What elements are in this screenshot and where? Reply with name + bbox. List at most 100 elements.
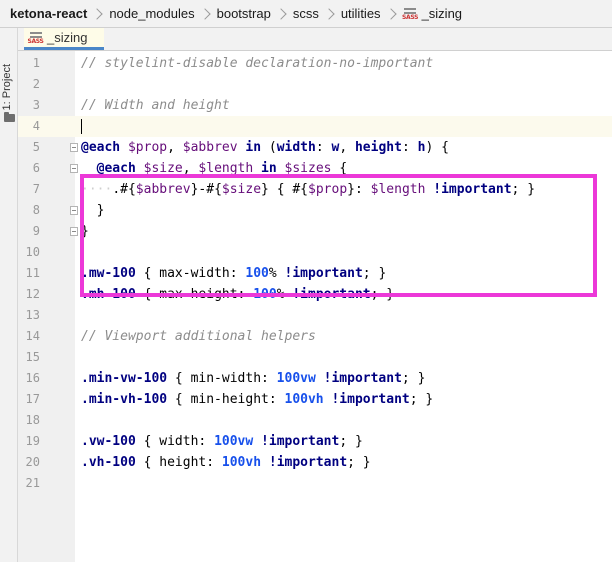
code-line[interactable]: 10 <box>18 242 612 263</box>
code-line[interactable]: 2 <box>18 74 612 95</box>
code-token: % <box>276 287 293 302</box>
tab-label: _sizing <box>47 30 88 45</box>
code-line[interactable]: 16 .min-vw-100 { min-width: 100vw !import… <box>18 368 612 389</box>
line-number: 18 <box>25 413 40 427</box>
code-token: , <box>339 140 355 155</box>
code-editor[interactable]: 1 // stylelint-disable declaration-no-imp… <box>18 51 612 562</box>
breadcrumb-item-label: bootstrap <box>216 6 271 21</box>
code-token: $sizes <box>284 161 340 176</box>
code-token: % <box>268 266 285 281</box>
line-number: 17 <box>25 392 40 406</box>
code-token: : <box>315 140 332 155</box>
breadcrumb-item-node-modules[interactable]: node_modules <box>109 0 194 28</box>
breadcrumb-item-utilities[interactable]: utilities <box>341 0 381 28</box>
code-line[interactable]: 21 <box>18 473 612 494</box>
fold-marker-icon[interactable] <box>70 206 78 215</box>
code-token: 100vh <box>221 455 269 470</box>
code-token: $length <box>198 161 262 176</box>
code-line[interactable]: 11 .mw-100 { max-width: 100% !important; … <box>18 263 612 284</box>
line-number: 19 <box>25 434 40 448</box>
code-line[interactable]: 12 .mh-100 { max-height: 100% !important;… <box>18 284 612 305</box>
project-tool-button[interactable]: 1: Project <box>1 64 13 110</box>
code-token: .vw-100 <box>81 434 144 449</box>
code-token: } { #{ <box>261 182 309 197</box>
code-token: !important <box>268 455 348 470</box>
code-token: { width: <box>143 434 215 449</box>
code-token: $abbrev <box>182 140 246 155</box>
line-number: 14 <box>25 329 40 343</box>
tab-sizing[interactable]: SASS _sizing <box>24 28 104 50</box>
code-text: @each $size, $length in $sizes { <box>81 158 348 179</box>
code-token: { <box>339 161 348 176</box>
code-token: // Width and height <box>81 98 230 113</box>
code-token: ; } <box>339 434 363 449</box>
line-number: 21 <box>25 476 40 490</box>
line-number: 13 <box>25 308 40 322</box>
fold-marker-icon[interactable] <box>70 143 78 152</box>
text-caret <box>81 119 82 134</box>
breadcrumb-project[interactable]: ketona-react <box>0 0 87 28</box>
code-line[interactable]: 8 } <box>18 200 612 221</box>
code-text: // Width and height <box>81 95 230 116</box>
code-token: ; } <box>370 287 395 302</box>
code-token: ( <box>268 140 277 155</box>
code-token: { max-width: <box>143 266 246 281</box>
code-token: , <box>182 161 199 176</box>
line-number: 16 <box>25 371 40 385</box>
code-token: ; } <box>401 371 426 386</box>
code-line[interactable]: 1 // stylelint-disable declaration-no-imp… <box>18 53 612 74</box>
code-token: ) { <box>425 140 449 155</box>
code-line[interactable]: 13 <box>18 305 612 326</box>
code-text: .mh-100 { max-height: 100% !important; } <box>81 284 394 305</box>
code-line[interactable]: 6 @each $size, $length in $sizes { <box>18 158 612 179</box>
breadcrumb-item-file[interactable]: SASS _sizing <box>402 0 462 28</box>
sass-file-icon: SASS <box>402 6 419 21</box>
code-token: width <box>276 140 316 155</box>
code-token: @each <box>81 140 128 155</box>
code-token: !important <box>331 392 410 407</box>
breadcrumb-item-label: scss <box>292 6 319 21</box>
code-token: } <box>81 224 89 239</box>
code-text: .min-vw-100 { min-width: 100vw !importan… <box>81 368 425 389</box>
code-token: ···· <box>81 182 113 197</box>
editor-tab-bar: SASS _sizing <box>18 28 612 51</box>
line-number: 11 <box>25 266 40 280</box>
line-number: 8 <box>32 203 40 217</box>
code-line[interactable]: 4 <box>18 116 612 137</box>
code-text: .vw-100 { width: 100vw !important; } <box>81 431 363 452</box>
code-line[interactable]: 5 @each $prop, $abbrev in (width: w, heig… <box>18 137 612 158</box>
code-token: { max-height: <box>143 287 254 302</box>
code-token: }-#{ <box>190 182 222 197</box>
code-line[interactable]: 3 // Width and height <box>18 95 612 116</box>
code-line[interactable]: 7 ····.#{$abbrev}-#{$size} { #{$prop}: $l… <box>18 179 612 200</box>
code-line[interactable]: 20 .vh-100 { height: 100vh !important; } <box>18 452 612 473</box>
code-line[interactable]: 9} <box>18 221 612 242</box>
line-number: 20 <box>25 455 40 469</box>
breadcrumb-item-bootstrap[interactable]: bootstrap <box>217 0 271 28</box>
code-token: .mw-100 <box>81 266 144 281</box>
folder-icon[interactable] <box>4 112 15 122</box>
code-line[interactable]: 15 <box>18 347 612 368</box>
fold-marker-icon[interactable] <box>70 227 78 236</box>
code-token: $size <box>143 161 183 176</box>
code-token: 100 <box>253 287 277 302</box>
code-line[interactable]: 14 // Viewport additional helpers <box>18 326 612 347</box>
code-line[interactable]: 18 <box>18 410 612 431</box>
code-line[interactable]: 19 .vw-100 { width: 100vw !important; } <box>18 431 612 452</box>
sass-icon-text: SASS <box>402 14 419 21</box>
code-token: ; } <box>409 392 434 407</box>
code-token: !important <box>323 371 402 386</box>
code-token: ; } <box>347 455 371 470</box>
code-token: { min-height: <box>174 392 285 407</box>
code-token: !important <box>261 434 340 449</box>
code-line[interactable]: 17 .min-vh-100 { min-height: 100vh !impor… <box>18 389 612 410</box>
chevron-right-icon <box>275 7 287 20</box>
code-token: 100vw <box>214 434 262 449</box>
code-token: !important <box>433 182 512 197</box>
code-token: .min-vh-100 <box>81 392 175 407</box>
line-number: 12 <box>25 287 40 301</box>
code-token: ; } <box>511 182 536 197</box>
fold-marker-icon[interactable] <box>70 164 78 173</box>
breadcrumb-item-scss[interactable]: scss <box>293 0 319 28</box>
